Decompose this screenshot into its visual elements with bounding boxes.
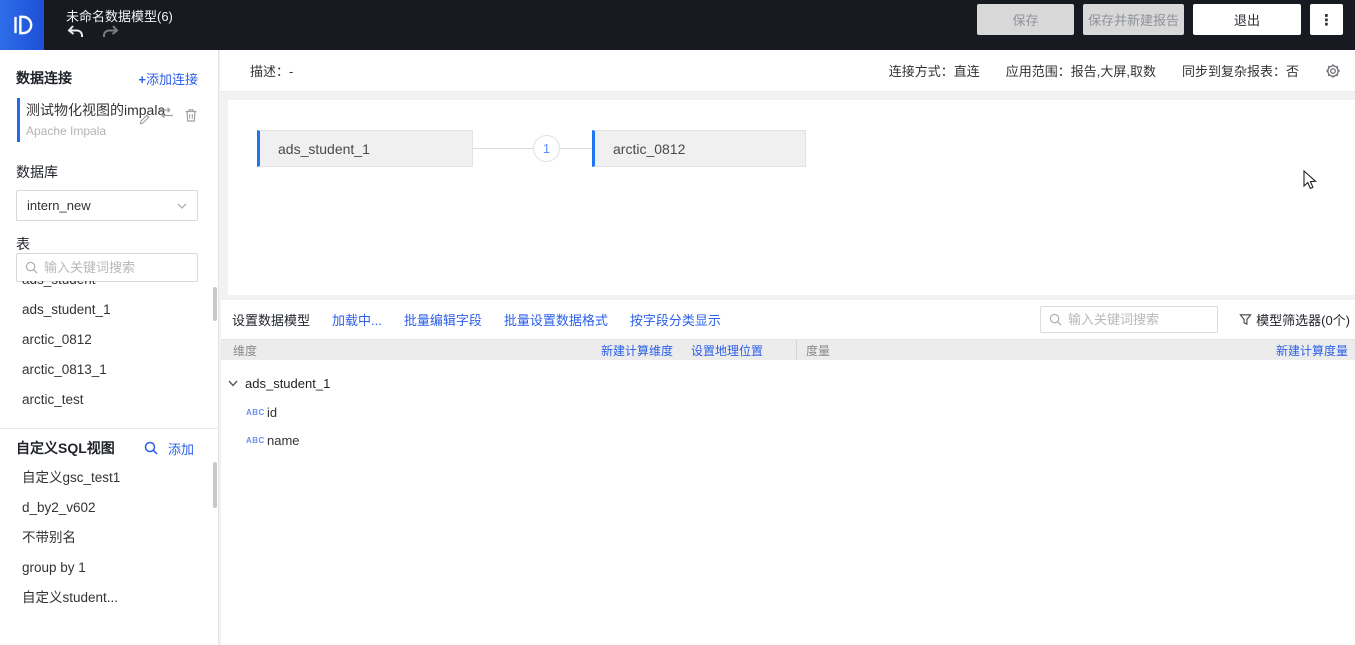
batch-set-format-link[interactable]: 批量设置数据格式 xyxy=(504,310,608,329)
exit-button[interactable]: 退出 xyxy=(1193,4,1301,35)
search-icon xyxy=(25,261,38,274)
table-label: 表 xyxy=(16,234,30,254)
more-menu-button[interactable]: ⋮ xyxy=(1310,4,1343,35)
sql-view-item[interactable]: 不带别名 xyxy=(0,523,219,553)
chevron-down-icon xyxy=(177,203,187,209)
join-badge[interactable]: 1 xyxy=(533,135,560,162)
save-button[interactable]: 保存 xyxy=(977,4,1074,35)
chevron-down-icon[interactable] xyxy=(228,380,238,387)
data-model-editor: { "topbar": { "title": "未命名数据模型(6)", "bu… xyxy=(0,0,1355,645)
info-bar: 描述：- 连接方式：直连 应用范围：报告,大屏,取数 同步到复杂报表：否 xyxy=(220,50,1355,92)
set-geo-link[interactable]: 设置地理位置 xyxy=(691,342,763,359)
sql-view-header: 自定义SQL视图 添加 xyxy=(16,438,194,458)
settings-gear-icon[interactable] xyxy=(1325,63,1341,79)
node-label: ads_student_1 xyxy=(278,141,370,157)
new-calc-dimension-link[interactable]: 新建计算维度 xyxy=(601,342,673,359)
delete-connection-icon[interactable] xyxy=(184,108,198,123)
redo-icon[interactable] xyxy=(102,24,120,40)
add-sql-view-link[interactable]: 添加 xyxy=(168,439,194,458)
model-canvas[interactable]: ads_student_1 arctic_0812 1 xyxy=(228,100,1355,295)
database-select[interactable]: intern_new xyxy=(16,190,198,221)
sidebar: 数据连接 +添加连接 测试物化视图的impala Apache Impala 数… xyxy=(0,50,219,645)
sql-list-scrollbar[interactable] xyxy=(213,462,217,508)
sql-view-title: 自定义SQL视图 xyxy=(16,438,115,458)
dimension-tree: ads_student_1 ABC id ABC name xyxy=(221,360,796,454)
connect-mode: 连接方式：直连 xyxy=(889,61,980,80)
group-by-field-link[interactable]: 按字段分类显示 xyxy=(630,310,721,329)
canvas-node-right[interactable]: arctic_0812 xyxy=(592,130,806,167)
plus-icon: + xyxy=(138,72,146,87)
join-count: 1 xyxy=(543,141,550,156)
description-label: 描述： xyxy=(250,64,289,79)
sql-view-item[interactable]: 自定义student... xyxy=(0,583,219,613)
sidebar-divider xyxy=(0,428,219,429)
model-settings-panel: 设置数据模型 加载中... 批量编辑字段 批量设置数据格式 按字段分类显示 模型… xyxy=(221,300,1355,645)
measure-header: 度量 xyxy=(806,342,830,359)
data-connection-title: 数据连接 xyxy=(16,68,72,88)
node-label: arctic_0812 xyxy=(613,141,685,157)
tree-table-row[interactable]: ads_student_1 xyxy=(221,368,796,398)
new-calc-measure-link[interactable]: 新建计算度量 xyxy=(1276,344,1348,358)
panel-title: 设置数据模型 xyxy=(232,310,310,329)
database-label: 数据库 xyxy=(16,162,58,182)
save-and-new-report-button[interactable]: 保存并新建报告 xyxy=(1083,4,1184,35)
tree-field-row[interactable]: ABC name xyxy=(221,426,796,454)
logo-d-icon xyxy=(9,12,35,38)
connection-driver: Apache Impala xyxy=(26,124,202,138)
add-connection-link[interactable]: +添加连接 xyxy=(138,69,198,88)
sql-view-item[interactable]: group by 1 xyxy=(0,553,219,583)
canvas-node-left[interactable]: ads_student_1 xyxy=(257,130,473,167)
sync-to-report: 同步到复杂报表：否 xyxy=(1182,61,1299,80)
field-search-box xyxy=(1040,306,1218,333)
tree-table-name: ads_student_1 xyxy=(245,376,330,391)
sql-view-list: 自定义gsc_test1 d_by2_v602 不带别名 group by 1 … xyxy=(0,463,219,613)
swap-connection-icon[interactable] xyxy=(158,106,174,120)
table-list-item[interactable]: arctic_0813_1 xyxy=(0,355,219,385)
undo-icon[interactable] xyxy=(66,24,84,40)
filter-funnel-icon xyxy=(1239,313,1252,326)
database-selected-value: intern_new xyxy=(27,198,91,213)
apply-scope: 应用范围：报告,大屏,取数 xyxy=(1006,61,1156,80)
search-icon xyxy=(1049,313,1062,326)
table-list: ads_student ads_student_1 arctic_0812 ar… xyxy=(0,281,219,421)
sql-view-item[interactable]: 自定义gsc_test1 xyxy=(0,463,219,493)
model-title[interactable]: 未命名数据模型(6) xyxy=(66,6,173,25)
table-list-item-clipped[interactable]: ads_student xyxy=(0,281,219,295)
string-type-icon: ABC xyxy=(246,436,262,445)
tree-field-row[interactable]: ABC id xyxy=(221,398,796,426)
top-bar: 未命名数据模型(6) 保存 保存并新建报告 退出 ⋮ xyxy=(0,0,1355,50)
sql-search-icon[interactable] xyxy=(144,441,158,455)
loading-link: 加载中... xyxy=(332,310,382,329)
model-filter-label: 模型筛选器(0个) xyxy=(1256,310,1350,329)
table-list-scrollbar[interactable] xyxy=(213,287,217,321)
field-name: name xyxy=(267,433,300,448)
string-type-icon: ABC xyxy=(246,408,262,417)
table-list-item[interactable]: arctic_0812 xyxy=(0,325,219,355)
connection-item[interactable]: 测试物化视图的impala Apache Impala xyxy=(17,98,202,142)
table-list-item[interactable]: ads_student_1 xyxy=(0,295,219,325)
field-header-row: 维度 新建计算维度 设置地理位置 度量 新建计算度量 xyxy=(221,339,1355,360)
table-search-input[interactable] xyxy=(44,260,189,275)
app-logo[interactable] xyxy=(0,0,44,50)
edit-connection-icon[interactable] xyxy=(138,113,151,126)
connection-name: 测试物化视图的impala xyxy=(26,100,202,120)
data-connection-header: 数据连接 +添加连接 xyxy=(16,68,198,88)
model-filter-button[interactable]: 模型筛选器(0个) xyxy=(1239,300,1350,339)
dimension-header: 维度 xyxy=(233,342,257,359)
field-search-input[interactable] xyxy=(1068,312,1209,327)
description-value[interactable]: - xyxy=(289,64,293,79)
batch-edit-fields-link[interactable]: 批量编辑字段 xyxy=(404,310,482,329)
field-name: id xyxy=(267,405,277,420)
table-search-box xyxy=(16,253,198,282)
table-list-item[interactable]: arctic_test xyxy=(0,385,219,415)
sql-view-item[interactable]: d_by2_v602 xyxy=(0,493,219,523)
